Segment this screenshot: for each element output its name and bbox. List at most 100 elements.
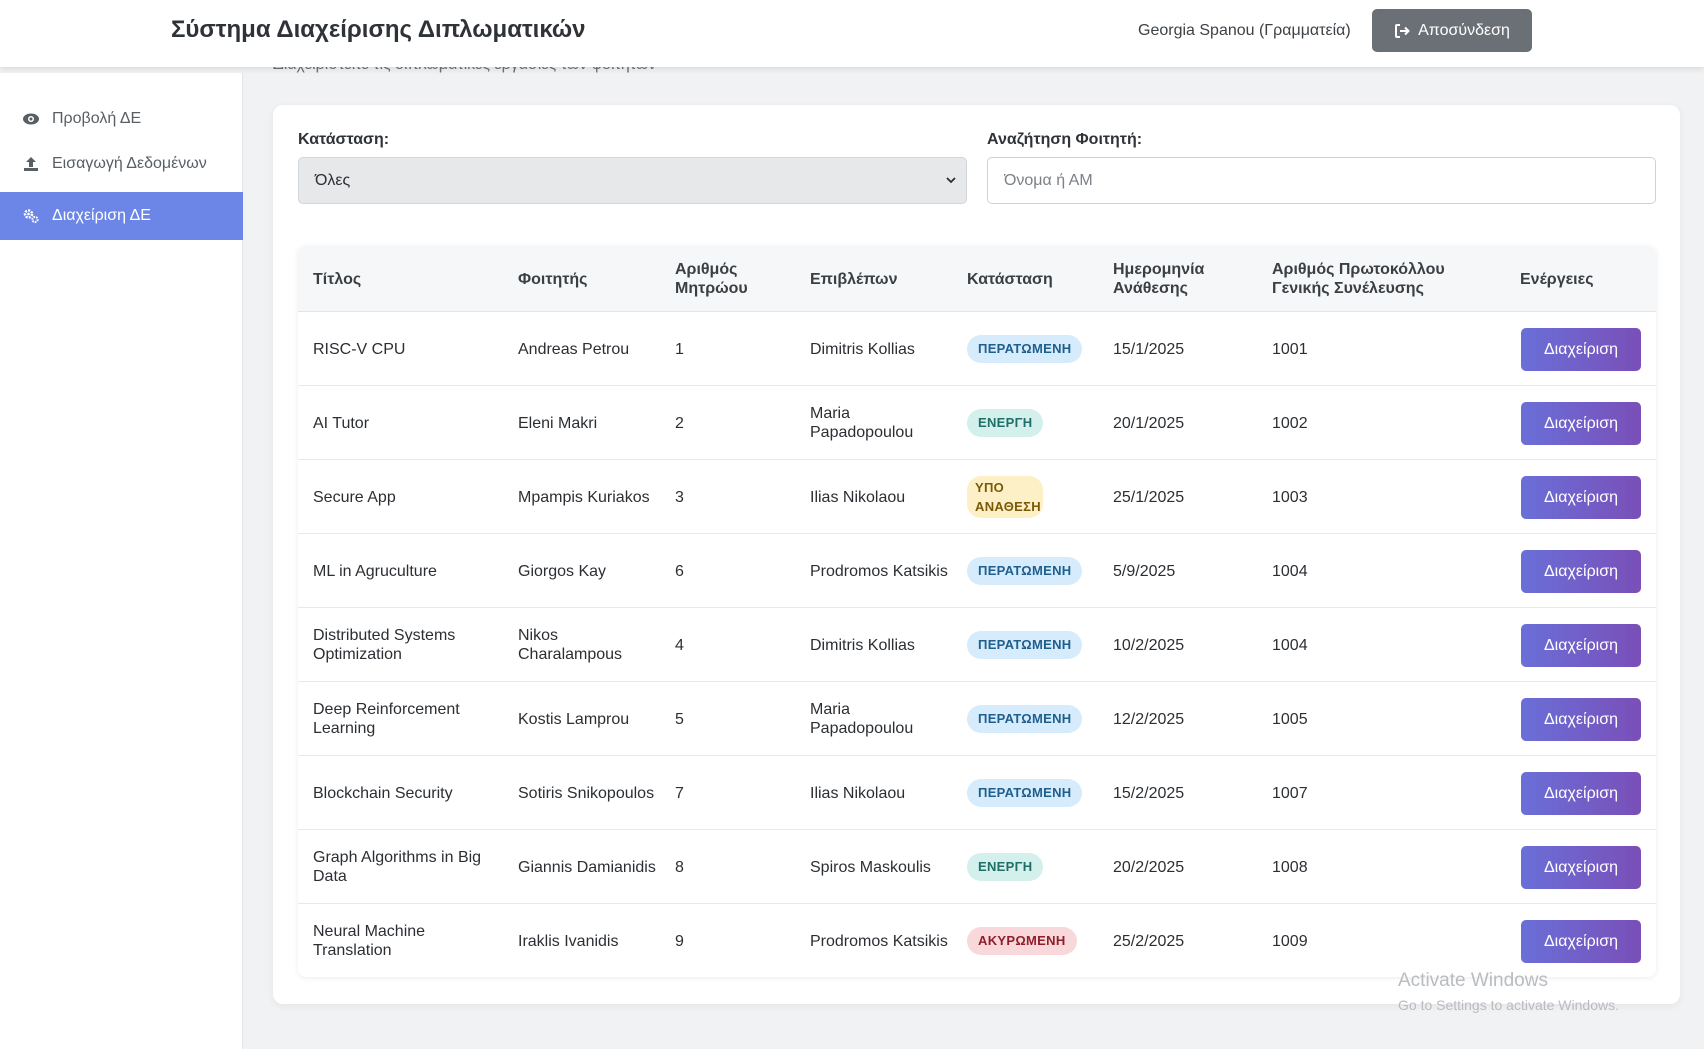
cell-assignment-date: 15/1/2025 [1113, 340, 1185, 358]
column-header-protocol-number: Αριθμός Πρωτοκόλλου Γενικής Συνέλευσης [1272, 261, 1445, 297]
chevron-down-icon [946, 177, 956, 184]
cell-assignment-date: 10/2/2025 [1113, 636, 1185, 654]
student-search-input[interactable] [987, 157, 1656, 204]
cell-registration-number: 8 [675, 858, 684, 876]
cell-supervisor: Maria Papadopoulou [810, 405, 914, 441]
cell-registration-number: 6 [675, 562, 684, 580]
manage-thesis-button[interactable]: Διαχείριση [1521, 623, 1641, 667]
cell-status: ΠΕΡΑΤΩΜΕΝΗ [967, 756, 1087, 830]
cell-status: ΑΚΥΡΩΜΕΝΗ [967, 904, 1087, 977]
sidebar: Προβολή ΔΕ Εισαγωγή Δεδομένων Διαχείριση… [0, 73, 243, 1049]
manage-thesis-button[interactable]: Διαχείριση [1521, 919, 1641, 963]
cell-assignment-date: 20/2/2025 [1113, 858, 1185, 876]
cell-actions: Διαχείριση [1521, 756, 1646, 830]
status-badge: ΑΚΥΡΩΜΕΝΗ [967, 927, 1077, 955]
cell-status: ΠΕΡΑΤΩΜΕΝΗ [967, 608, 1087, 682]
sign-out-icon [1395, 23, 1410, 38]
cell-student: Kostis Lamprou [518, 710, 630, 728]
table-row: Blockchain Security Sotiris Snikopoulos 7 I… [298, 756, 1656, 830]
cell-student: Giannis Damianidis [518, 858, 656, 876]
table-row: ML in Agruculture Giorgos Kay 6 Prodromos K… [298, 534, 1656, 608]
logout-button[interactable]: Αποσύνδεση [1372, 9, 1532, 52]
student-search-label: Αναζήτηση Φοιτητή: [987, 131, 1143, 148]
column-header-assignment-date: Ημερομηνία Ανάθεσης [1113, 261, 1205, 297]
cell-supervisor: Ilias Nikolaou [810, 784, 906, 802]
column-header-registration-number: Αριθμός Μητρώου [675, 261, 748, 297]
cell-supervisor: Spiros Maskoulis [810, 858, 931, 876]
manage-thesis-button[interactable]: Διαχείριση [1521, 771, 1641, 815]
manage-thesis-button[interactable]: Διαχείριση [1521, 697, 1641, 741]
cogs-icon [23, 209, 39, 224]
cell-protocol-number: 1005 [1272, 710, 1308, 728]
cell-actions: Διαχείριση [1521, 682, 1646, 756]
top-navbar: Σύστημα Διαχείρισης Διπλωματικών Georgia… [0, 0, 1704, 67]
cell-title: ML in Agruculture [313, 562, 437, 580]
cell-protocol-number: 1008 [1272, 858, 1308, 876]
cell-student: Giorgos Kay [518, 562, 607, 580]
cell-registration-number: 9 [675, 932, 684, 950]
cell-actions: Διαχείριση [1521, 608, 1646, 682]
table-row: Deep Reinforcement Learning Kostis Lampro… [298, 682, 1656, 756]
cell-student: Iraklis Ivanidis [518, 932, 619, 950]
manage-thesis-button[interactable]: Διαχείριση [1521, 401, 1641, 445]
cell-assignment-date: 5/9/2025 [1113, 562, 1176, 580]
cell-assignment-date: 25/1/2025 [1113, 488, 1185, 506]
column-header-actions: Ενέργειες [1520, 270, 1594, 288]
windows-activation-watermark: Activate Windows Go to Settings to activ… [1398, 970, 1619, 1013]
manage-thesis-button[interactable]: Διαχείριση [1521, 845, 1641, 889]
cell-student: Sotiris Snikopoulos [518, 784, 655, 802]
table-row: Neural Machine Translation Iraklis Ivanid… [298, 904, 1656, 977]
sidebar-item-label: Εισαγωγή Δεδομένων [52, 155, 207, 172]
column-header-status: Κατάσταση [967, 270, 1053, 288]
status-badge: ΠΕΡΑΤΩΜΕΝΗ [967, 705, 1083, 733]
cell-supervisor: Prodromos Katsikis [810, 932, 948, 950]
cell-protocol-number: 1002 [1272, 414, 1308, 432]
cell-status: ΕΝΕΡΓΗ [967, 830, 1087, 904]
status-badge: ΥΠΟ ΑΝΑΘΕΣΗ [967, 476, 1043, 518]
cell-supervisor: Dimitris Kollias [810, 636, 915, 654]
cell-assignment-date: 25/2/2025 [1113, 932, 1185, 950]
column-header-supervisor: Επιβλέπων [810, 270, 898, 288]
cell-supervisor: Dimitris Kollias [810, 340, 915, 358]
cell-title: Blockchain Security [313, 784, 453, 802]
cell-registration-number: 3 [675, 488, 684, 506]
cell-registration-number: 5 [675, 710, 684, 728]
cell-registration-number: 4 [675, 636, 684, 654]
status-filter-label: Κατάσταση: [298, 131, 390, 148]
cell-supervisor: Prodromos Katsikis [810, 562, 948, 580]
cell-title: Deep Reinforcement Learning [313, 701, 460, 737]
manage-thesis-button[interactable]: Διαχείριση [1521, 475, 1641, 519]
sidebar-item-label: Προβολή ΔΕ [52, 110, 142, 127]
cell-title: RISC-V CPU [313, 340, 406, 358]
app-title: Σύστημα Διαχείρισης Διπλωματικών [171, 16, 586, 43]
cell-title: AI Tutor [313, 414, 370, 432]
sidebar-item-view-theses[interactable]: Προβολή ΔΕ [0, 95, 243, 143]
eye-icon [23, 113, 39, 125]
status-badge: ΠΕΡΑΤΩΜΕΝΗ [967, 779, 1083, 807]
cell-title: Distributed Systems Optimization [313, 627, 456, 663]
theses-table: Τίτλος Φοιτητής Αριθμός Μητρώου Επιβλέπω… [298, 246, 1656, 977]
table-row: Distributed Systems Optimization Nikos Ch… [298, 608, 1656, 682]
table-header: Τίτλος Φοιτητής Αριθμός Μητρώου Επιβλέπω… [298, 246, 1656, 312]
cell-student: Andreas Petrou [518, 340, 630, 358]
cell-actions: Διαχείριση [1521, 904, 1646, 977]
cell-protocol-number: 1004 [1272, 636, 1308, 654]
cell-status: ΕΝΕΡΓΗ [967, 386, 1087, 460]
cell-actions: Διαχείριση [1521, 534, 1646, 608]
cell-assignment-date: 15/2/2025 [1113, 784, 1185, 802]
manage-thesis-button[interactable]: Διαχείριση [1521, 327, 1641, 371]
status-filter-select[interactable]: Όλες [298, 157, 967, 204]
sidebar-item-manage-theses[interactable]: Διαχείριση ΔΕ [0, 192, 243, 240]
sidebar-item-import-data[interactable]: Εισαγωγή Δεδομένων [0, 140, 243, 188]
cell-student: Nikos Charalampous [518, 627, 623, 663]
manage-thesis-button[interactable]: Διαχείριση [1521, 549, 1641, 593]
status-badge: ΕΝΕΡΓΗ [967, 853, 1044, 881]
status-badge: ΠΕΡΑΤΩΜΕΝΗ [967, 631, 1083, 659]
cell-actions: Διαχείριση [1521, 830, 1646, 904]
cell-status: ΥΠΟ ΑΝΑΘΕΣΗ [967, 460, 1087, 534]
cell-actions: Διαχείριση [1521, 312, 1646, 386]
cell-actions: Διαχείριση [1521, 460, 1646, 534]
upload-icon [24, 157, 38, 171]
cell-title: Neural Machine Translation [313, 923, 426, 959]
table-row: AI Tutor Eleni Makri 2 Maria Papadopoulou 20… [298, 386, 1656, 460]
